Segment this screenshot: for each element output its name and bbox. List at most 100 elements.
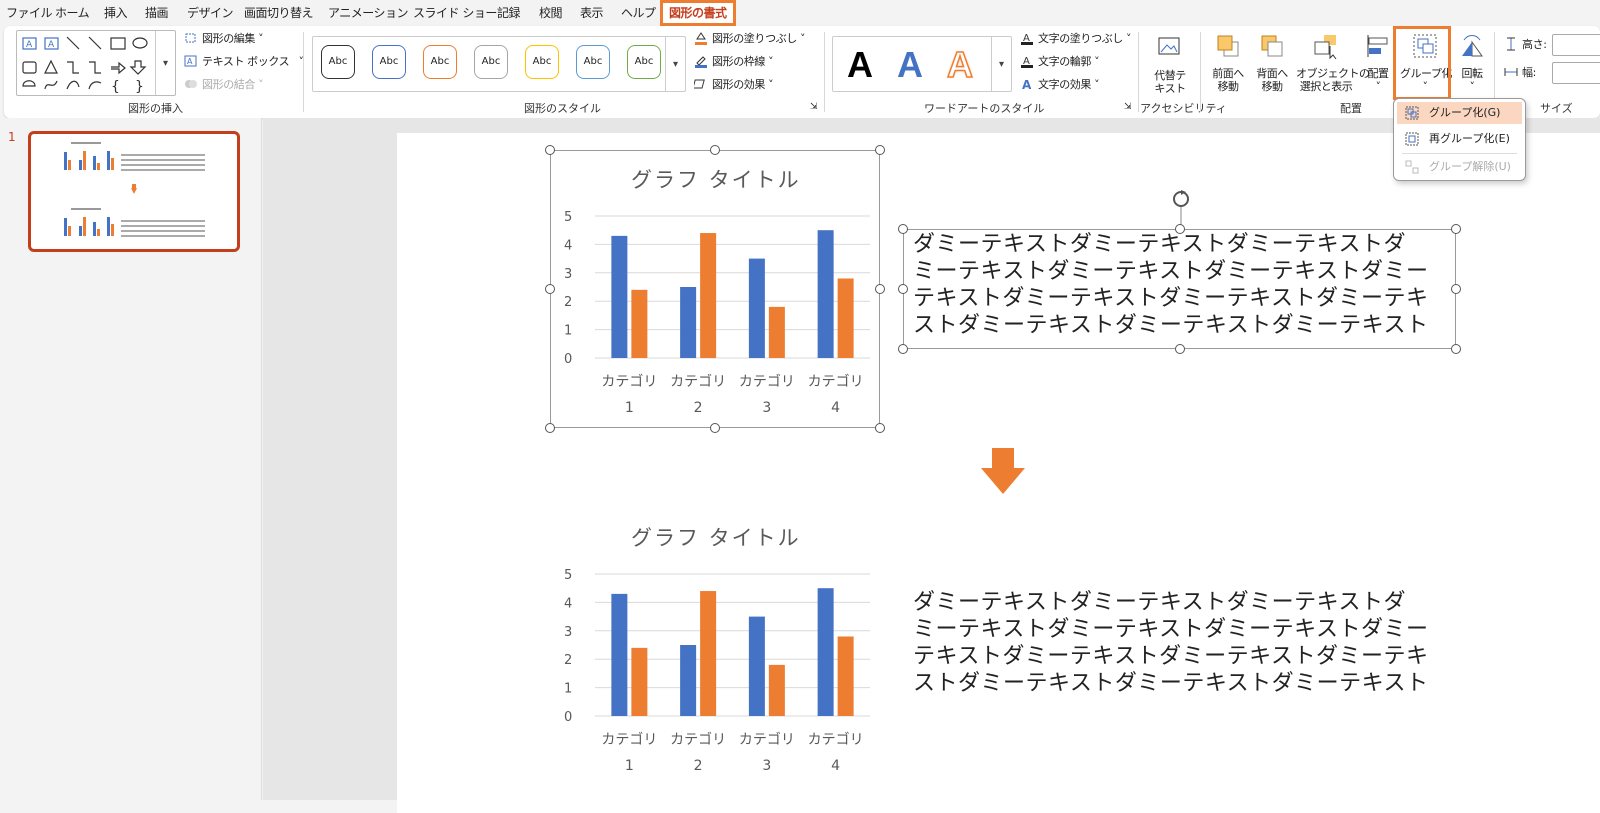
text-box-1[interactable]: ダミーテキストダミーテキストダミーテキストダ ミーテキストダミーテキストダミーテ… — [913, 231, 1429, 339]
bar-series-2[interactable] — [700, 591, 717, 716]
text-fill-button[interactable]: A 文字の塗りつぶし ˅ — [1020, 30, 1132, 48]
tab-insert[interactable]: 挿入 — [104, 3, 128, 23]
shape-style-preset-5[interactable]: Abc — [525, 45, 559, 79]
tab-record[interactable]: 記録 — [497, 3, 521, 23]
wordart-preset-blue[interactable]: A — [897, 45, 923, 85]
text-box-1-resize-handle[interactable] — [1451, 344, 1461, 354]
ribbon-tabs: ファイル ホーム 挿入 描画 デザイン 画面切り替え アニメーション スライド … — [0, 0, 1600, 26]
chart-1-resize-handle[interactable] — [545, 284, 555, 294]
tab-file[interactable]: ファイル — [6, 3, 53, 23]
chart-1-resize-handle[interactable] — [545, 423, 555, 433]
shape-styles-dialog-launcher[interactable]: ⇲ — [810, 98, 818, 116]
shape-style-preset-6[interactable]: Abc — [576, 45, 610, 79]
tab-animations[interactable]: アニメーション — [328, 3, 409, 23]
text-line: ダミーテキストダミーテキストダミーテキストダ — [913, 232, 1407, 257]
align-label: 配置 — [1367, 67, 1390, 80]
bring-forward-button[interactable]: 前面へ 移動 — [1210, 32, 1246, 93]
shape-effects-button[interactable]: 図形の効果 ˅ — [694, 76, 774, 94]
bar-series-1[interactable] — [817, 230, 834, 358]
shape-style-more-button[interactable]: ▾ — [665, 37, 685, 91]
tab-review[interactable]: 校閲 — [539, 3, 563, 23]
selection-pane-button[interactable]: オブジェクトの 選択と表示 — [1296, 32, 1370, 93]
text-outline-button[interactable]: A 文字の輪郭 ˅ — [1020, 53, 1100, 71]
shape-style-preset-7[interactable]: Abc — [627, 45, 661, 79]
bar-series-2[interactable] — [837, 636, 854, 716]
chart-1-plot[interactable]: 0 1 2 3 4 5 カテゴリ 1 カテゴリ 2 カテゴリ 3 カテゴリ 4 — [550, 150, 880, 428]
send-backward-button[interactable]: 背面へ 移動 — [1254, 32, 1290, 93]
shape-style-preset-2[interactable]: Abc — [372, 45, 406, 79]
menu-item-ungroup[interactable]: グループ解除(U) — [1397, 156, 1522, 178]
shape-style-preset-3[interactable]: Abc — [423, 45, 457, 79]
height-input[interactable] — [1552, 34, 1600, 56]
bar-series-2[interactable] — [768, 664, 785, 716]
chart-1-resize-handle[interactable] — [545, 145, 555, 155]
group-label-accessibility: アクセシビリティ — [1140, 102, 1227, 115]
chart-1-resize-handle[interactable] — [710, 145, 720, 155]
merge-shapes-button[interactable]: 図形の結合 ˅ — [184, 76, 264, 94]
bar-series-1[interactable] — [611, 235, 628, 358]
alt-text-button[interactable]: 代替テ キスト — [1150, 34, 1190, 95]
bar-series-2[interactable] — [768, 306, 785, 358]
bar-series-2[interactable] — [837, 278, 854, 358]
text-box-icon: A — [184, 55, 197, 67]
rotate-button[interactable]: 回転 ˅ — [1456, 32, 1488, 93]
tab-home[interactable]: ホーム — [55, 3, 90, 23]
wordart-more-button[interactable]: ▾ — [991, 37, 1011, 91]
menu-item-regroup-label: 再グループ化(E) — [1429, 132, 1510, 145]
wordart-preset-orange-outline[interactable]: A — [946, 44, 974, 86]
shape-outline-button[interactable]: 図形の枠線 ˅ — [694, 53, 774, 71]
chart-1-resize-handle[interactable] — [875, 284, 885, 294]
tab-transitions[interactable]: 画面切り替え — [244, 3, 314, 23]
chart-1-resize-handle[interactable] — [875, 145, 885, 155]
x-tick-label: 2 — [694, 400, 703, 416]
down-arrow-shape[interactable] — [980, 448, 1026, 496]
bar-series-1[interactable] — [680, 287, 697, 358]
tab-help[interactable]: ヘルプ — [621, 3, 656, 23]
tab-design[interactable]: デザイン — [187, 3, 234, 23]
shape-gallery-more-button[interactable]: ▾ — [155, 31, 175, 95]
text-box-1-resize-handle[interactable] — [1174, 344, 1185, 354]
tab-view[interactable]: 表示 — [580, 3, 604, 23]
menu-item-regroup[interactable]: 再グループ化(E) — [1397, 128, 1522, 150]
text-box-1-resize-handle[interactable] — [898, 284, 908, 294]
tab-slideshow[interactable]: スライド ショー — [413, 3, 497, 23]
chart-1-resize-handle[interactable] — [710, 423, 720, 433]
shape-fill-button[interactable]: 図形の塗りつぶし ˅ — [694, 30, 806, 48]
shape-style-preset-1[interactable]: Abc — [321, 45, 355, 79]
text-effects-button[interactable]: A 文字の効果 ˅ — [1020, 76, 1100, 94]
bar-series-1[interactable] — [748, 258, 765, 358]
tab-shape-format[interactable]: 図形の書式 — [660, 0, 736, 26]
chart-1-resize-handle[interactable] — [875, 423, 885, 433]
shape-style-gallery[interactable]: Abc Abc Abc Abc Abc Abc Abc ▾ — [312, 36, 686, 92]
menu-item-group[interactable]: グループ化(G) — [1397, 102, 1522, 124]
bar-series-2[interactable] — [700, 233, 717, 358]
text-box-1-resize-handle[interactable] — [898, 224, 908, 234]
bar-series-2[interactable] — [631, 289, 648, 358]
text-box-1-resize-handle[interactable] — [898, 344, 908, 354]
wordart-gallery[interactable]: A A A ▾ — [832, 36, 1012, 92]
text-box-1-resize-handle[interactable] — [1174, 224, 1185, 234]
align-button[interactable]: 配置 ˅ — [1362, 32, 1394, 93]
tab-draw[interactable]: 描画 — [145, 3, 169, 23]
text-box-1-resize-handle[interactable] — [1451, 284, 1461, 294]
bar-series-2[interactable] — [631, 647, 648, 716]
bar-series-1[interactable] — [680, 645, 697, 716]
text-box-button[interactable]: A テキスト ボックス ˅ — [184, 53, 304, 71]
edit-shape-button[interactable]: 図形の編集 ˅ — [184, 30, 264, 48]
alt-text-label-line2: キスト — [1154, 82, 1186, 95]
text-box-2[interactable]: ダミーテキストダミーテキストダミーテキストダ ミーテキストダミーテキストダミーテ… — [913, 589, 1429, 697]
wordart-preset-black[interactable]: A — [847, 45, 873, 85]
width-input[interactable] — [1552, 62, 1600, 84]
wordart-dialog-launcher[interactable]: ⇲ — [1124, 98, 1132, 116]
bar-series-1[interactable] — [748, 616, 765, 716]
chart-2-plot[interactable]: 0 1 2 3 4 5 カテゴリ 1 カテゴリ 2 カテゴリ 3 カテゴリ 4 — [550, 508, 880, 786]
shape-style-preset-4[interactable]: Abc — [474, 45, 508, 79]
y-tick-label: 0 — [564, 352, 572, 367]
bar-series-1[interactable] — [817, 588, 834, 716]
text-box-1-resize-handle[interactable] — [1451, 224, 1461, 234]
shape-gallery[interactable]: A A {} ▾ — [16, 30, 176, 96]
paint-bucket-icon — [695, 32, 707, 45]
text-line: テキストダミーテキストダミーテキストダミーテキ — [913, 286, 1429, 311]
bar-series-1[interactable] — [611, 593, 628, 716]
slide-thumbnail-1[interactable] — [28, 131, 240, 252]
